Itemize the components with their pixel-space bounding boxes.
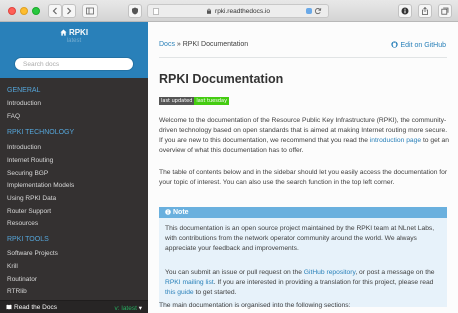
nav-item-router-support[interactable]: Router Support xyxy=(7,208,51,215)
main-content: Docs » RPKI Documentation Edit on GitHub… xyxy=(148,22,458,313)
sections-intro-text: The main documentation is organised into… xyxy=(159,302,351,309)
tabs-overview-button[interactable] xyxy=(438,4,452,18)
rtd-version-switcher[interactable]: Read the Docs v: latest ▾ xyxy=(0,300,148,313)
note-text-b: , or post a message on the xyxy=(355,269,435,276)
search-docs-input[interactable] xyxy=(14,57,134,71)
extension-button[interactable] xyxy=(398,4,412,18)
sidebar-toggle-button[interactable] xyxy=(82,4,98,18)
last-updated-badge: last updated last tuesday xyxy=(159,97,230,105)
github-repository-link[interactable]: GitHub repository xyxy=(304,269,356,276)
breadcrumb-current: RPKI Documentation xyxy=(182,41,249,48)
github-icon xyxy=(391,41,399,48)
lock-icon xyxy=(207,8,212,14)
zoom-window-button[interactable] xyxy=(32,7,40,15)
badge-value: last tuesday xyxy=(194,97,230,105)
nav-item-resources[interactable]: Resources xyxy=(7,220,38,227)
reload-icon[interactable] xyxy=(314,7,322,15)
sidebar-header: RPKI latest xyxy=(0,22,148,78)
nav-item-faq[interactable]: FAQ xyxy=(7,113,20,120)
edit-on-github-link[interactable]: Edit on GitHub xyxy=(391,41,446,49)
page-icon xyxy=(153,8,159,15)
nav-item-using-rpki-data[interactable]: Using RPKI Data xyxy=(7,195,56,202)
note-admonition: Note This documentation is an open sourc… xyxy=(159,207,447,307)
project-home-link[interactable]: RPKI xyxy=(0,28,148,37)
nav-item-routinator[interactable]: Routinator xyxy=(7,276,37,283)
rtd-label: Read the Docs xyxy=(6,304,57,311)
nav-item-rtrlib[interactable]: RTRlib xyxy=(7,288,27,295)
note-text-d: to get started. xyxy=(193,289,237,296)
breadcrumb: Docs » RPKI Documentation xyxy=(159,41,248,48)
reader-mode-icon[interactable] xyxy=(306,8,312,14)
note-paragraph-1: This documentation is an open source pro… xyxy=(165,225,435,252)
intro-paragraph: Welcome to the documentation of the Reso… xyxy=(159,116,451,156)
url-text: rpki.readthedocs.io xyxy=(215,7,270,15)
nav-item-tech-introduction[interactable]: Introduction xyxy=(7,144,41,151)
chevron-right-icon xyxy=(67,7,72,15)
caption-general: GENERAL xyxy=(7,87,41,94)
privacy-report-button[interactable] xyxy=(128,4,142,18)
rpki-mailing-list-link[interactable]: RPKI mailing list xyxy=(165,279,214,286)
info-circle-icon xyxy=(401,7,409,15)
sidebar-icon xyxy=(86,7,94,15)
rtd-label-text: Read the Docs xyxy=(14,304,57,311)
note-text-c: . If you are interested in providing a t… xyxy=(213,279,434,286)
edit-on-github-text: Edit on GitHub xyxy=(400,42,446,49)
close-window-button[interactable] xyxy=(8,7,16,15)
project-version: latest xyxy=(66,38,82,44)
forward-button[interactable] xyxy=(62,4,76,18)
note-paragraph-2: You can submit an issue or pull request … xyxy=(165,268,441,298)
version-label: v: latest ▾ xyxy=(115,304,142,312)
caret-down-icon: ▾ xyxy=(138,305,142,312)
share-icon xyxy=(422,7,428,15)
badge-label: last updated xyxy=(159,97,195,105)
chevron-left-icon xyxy=(52,7,57,15)
nav-item-krill[interactable]: Krill xyxy=(7,263,18,270)
caption-rpki-technology: RPKI TECHNOLOGY xyxy=(7,129,75,136)
nav-item-implementation-models[interactable]: Implementation Models xyxy=(7,182,74,189)
nav-item-introduction[interactable]: Introduction xyxy=(7,100,41,107)
home-icon xyxy=(60,29,67,36)
note-title-text: Note xyxy=(173,209,189,216)
info-icon xyxy=(165,209,171,215)
docs-sidebar: RPKI latest GENERAL Introduction FAQ RPK… xyxy=(0,22,148,313)
version-label-text: v: latest xyxy=(114,305,137,312)
breadcrumb-separator: » xyxy=(174,41,183,48)
address-bar[interactable]: rpki.readthedocs.io xyxy=(147,4,329,18)
project-name: RPKI xyxy=(68,28,89,37)
toc-paragraph: The table of contents below and in the s… xyxy=(159,169,448,186)
nav-item-internet-routing[interactable]: Internet Routing xyxy=(7,157,53,164)
caption-rpki-tools: RPKI TOOLS xyxy=(7,236,49,243)
note-text-a: You can submit an issue or pull request … xyxy=(165,269,304,276)
header-divider xyxy=(159,57,447,58)
minimize-window-button[interactable] xyxy=(20,7,28,15)
tabs-icon xyxy=(441,7,449,15)
nav-item-software-projects[interactable]: Software Projects xyxy=(7,250,58,257)
introduction-page-link[interactable]: introduction page xyxy=(370,137,421,144)
note-title: Note xyxy=(159,207,447,218)
breadcrumb-docs-link[interactable]: Docs xyxy=(159,41,175,48)
back-button[interactable] xyxy=(48,4,62,18)
book-icon xyxy=(6,304,12,310)
browser-toolbar: rpki.readthedocs.io xyxy=(0,0,458,22)
nav-item-securing-bgp[interactable]: Securing BGP xyxy=(7,170,48,177)
shield-icon xyxy=(132,7,138,15)
share-button[interactable] xyxy=(418,4,432,18)
this-guide-link[interactable]: this guide xyxy=(165,289,194,296)
page-title: RPKI Documentation xyxy=(159,72,284,86)
